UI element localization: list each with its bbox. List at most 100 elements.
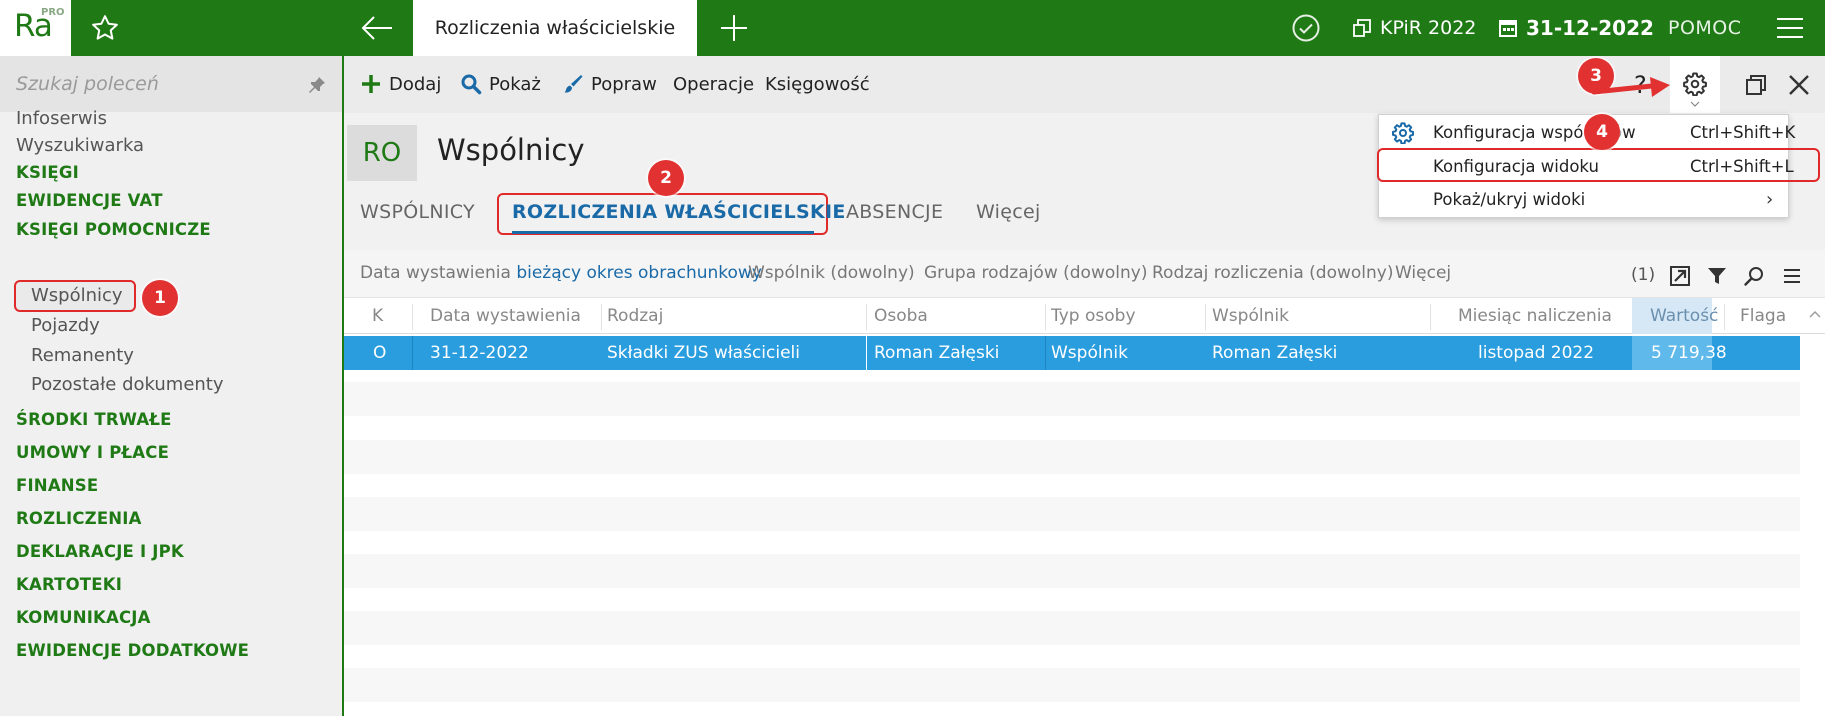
gear-icon [1392,122,1414,144]
empty-row [344,497,1800,531]
column-header-type[interactable]: Rodzaj [607,298,663,334]
brush-icon [564,75,583,93]
filter-partner[interactable]: Wspólnik (dowolny) [748,263,915,283]
cell-person-type: Wspólnik [1051,343,1128,363]
cell-partner: Roman Załęski [1212,343,1338,363]
tab-underline [512,231,814,234]
sidebar-section-kartoteki[interactable]: KARTOTEKI [16,575,122,594]
column-separator [601,304,602,330]
sidebar-item-wspolnicy[interactable]: Wspólnicy [31,285,123,306]
cell-k: O [373,343,387,363]
edit-button-label: Popraw [591,73,657,95]
star-icon[interactable] [90,13,120,43]
sidebar-section-deklaracje[interactable]: DEKLARACJE I JPK [16,542,184,561]
empty-row [344,382,1800,416]
sidebar-section-ewidencje-dodatkowe[interactable]: EWIDENCJE DODATKOWE [16,641,249,660]
kpir-label: KPiR 2022 [1380,17,1477,39]
cell-type: Składki ZUS właścicieli [607,343,800,363]
column-header-date[interactable]: Data wystawienia [430,298,581,334]
accounting-menu[interactable]: Księgowość [765,70,870,98]
help-link[interactable]: POMOC [1668,14,1742,42]
sidebar-item-remanenty[interactable]: Remanenty [31,345,134,366]
settings-button[interactable] [1670,56,1720,113]
back-arrow-icon[interactable] [360,12,394,44]
sidebar-item-wyszukiwarka[interactable]: Wyszukiwarka [16,135,144,156]
restore-window-icon[interactable] [1744,73,1768,97]
column-header-value[interactable]: Wartość [1650,298,1718,334]
column-header-partner[interactable]: Wspólnik [1212,298,1289,334]
filter-type[interactable]: Rodzaj rozliczenia (dowolny) [1152,263,1393,283]
cell-date: 31-12-2022 [430,343,529,363]
column-header-k[interactable]: K [372,298,383,334]
operations-menu[interactable]: Operacje [673,70,754,98]
menu-item-pokaz-ukryj-widoki[interactable]: Pokaż/ukryj widoki › [1379,183,1790,216]
show-button[interactable]: Pokaż [460,70,541,98]
page-title: Wspólnicy [437,133,585,167]
empty-row [344,668,1800,702]
show-button-label: Pokaż [489,73,541,95]
sidebar-section-umowy[interactable]: UMOWY I PŁACE [16,443,169,462]
edit-button[interactable]: Popraw [562,70,657,98]
export-icon[interactable] [1669,265,1691,287]
tab-rozliczenia-wlascicielskie[interactable]: ROZLICZENIA WŁAŚCICIELSKIE [512,201,846,223]
sidebar-section-srodki-trwale[interactable]: ŚRODKI TRWAŁE [16,410,172,429]
menu-lines-icon[interactable] [1781,265,1803,287]
hamburger-icon[interactable] [1775,15,1805,41]
sidebar-item-infoserwis[interactable]: Infoserwis [16,108,107,129]
annotation-badge-2: 2 [648,160,684,196]
annotation-badge-4: 4 [1584,114,1620,150]
column-separator [1430,304,1431,330]
sidebar-section-rozliczenia[interactable]: ROZLICZENIA [16,509,142,528]
sidebar-section-ewidencje-vat[interactable]: EWIDENCJE VAT [16,191,163,210]
scroll-up-icon[interactable] [1809,310,1821,318]
active-tab[interactable]: Rozliczenia właścicielskie [413,0,697,56]
calendar-icon [1499,20,1517,37]
logo[interactable]: Ra PRO [0,0,71,56]
cell-value: 5 719,38 [1651,343,1727,363]
sidebar-section-ksiegi-pomocnicze[interactable]: KSIĘGI POMOCNICZE [16,220,211,239]
cell-person: Roman Załęski [874,343,1000,363]
add-button[interactable]: Dodaj [360,70,441,98]
command-search [0,56,342,112]
filter-icon[interactable] [1706,265,1728,287]
empty-row [344,554,1800,588]
tab-absencje[interactable]: ABSENCJE [846,201,943,223]
check-circle-icon[interactable] [1291,13,1321,43]
magnifier-icon[interactable] [1743,265,1765,287]
sidebar-item-pozostale-dokumenty[interactable]: Pozostałe dokumenty [31,374,224,395]
sidebar-section-finanse[interactable]: FINANSE [16,476,98,495]
plus-icon[interactable] [718,12,750,44]
tab-wspolnicy[interactable]: WSPÓLNICY [360,201,475,223]
close-icon[interactable] [1787,73,1811,97]
column-header-person[interactable]: Osoba [874,298,928,334]
column-header-month[interactable]: Miesiąc naliczenia [1458,298,1612,334]
cell-separator [866,336,867,370]
date-label: 31-12-2022 [1526,16,1654,40]
annotation-badge-1: 1 [142,280,178,316]
filter-date-label: Data wystawienia [360,263,511,283]
table-row[interactable]: O 31-12-2022 Składki ZUS właścicieli Rom… [344,336,1800,370]
gear-icon [1683,72,1707,96]
sidebar-item-pojazdy[interactable]: Pojazdy [31,315,100,336]
kpir-selector[interactable]: KPiR 2022 [1352,14,1476,42]
column-separator [1045,304,1046,330]
annotation-arrow-icon [1592,77,1670,97]
tab-wiecej[interactable]: Więcej [976,201,1041,223]
filter-bar: Data wystawienia bieżący okres obrachunk… [344,250,1825,298]
sidebar-section-ksiegi[interactable]: KSIĘGI [16,163,79,182]
sidebar: Infoserwis Wyszukiwarka KSIĘGI EWIDENCJE… [0,56,344,716]
empty-row [344,611,1800,645]
filter-group[interactable]: Grupa rodzajów (dowolny) [924,263,1147,283]
filter-date-value[interactable]: bieżący okres obrachunkowy [516,263,762,283]
column-header-person-type[interactable]: Typ osoby [1051,298,1136,334]
add-button-label: Dodaj [389,73,442,95]
sidebar-section-komunikacja[interactable]: KOMUNIKACJA [16,608,151,627]
date-selector[interactable]: 31-12-2022 [1498,14,1654,42]
pin-icon[interactable] [307,75,327,95]
filter-more[interactable]: Więcej [1395,263,1451,283]
plus-icon [362,75,380,93]
column-header-flag[interactable]: Flaga [1740,298,1786,334]
command-search-input[interactable] [16,68,296,100]
copy-icon [1353,19,1371,37]
filter-date[interactable]: Data wystawienia bieżący okres obrachunk… [360,263,762,283]
